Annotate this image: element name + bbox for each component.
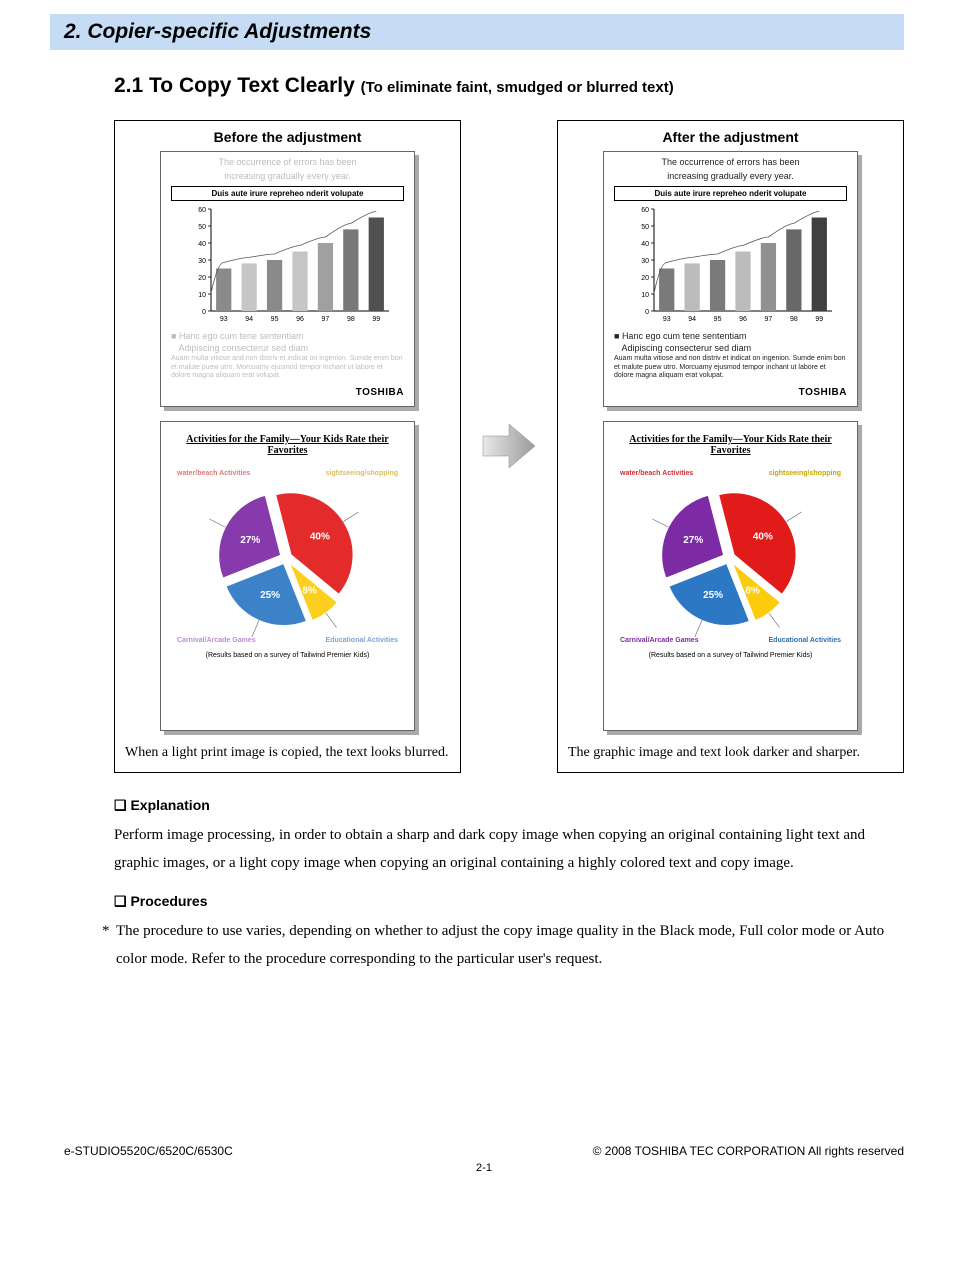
pie-title: Activities for the Family—Your Kids Rate… [171, 434, 404, 456]
svg-text:96: 96 [739, 316, 747, 323]
section-title-main: 2.1 To Copy Text Clearly [114, 74, 361, 97]
svg-text:97: 97 [764, 316, 772, 323]
svg-text:27%: 27% [240, 535, 260, 546]
chapter-header: 2. Copier-specific Adjustments [50, 14, 904, 50]
svg-text:94: 94 [245, 316, 253, 323]
svg-text:95: 95 [713, 316, 721, 323]
asterisk-icon: * [102, 918, 116, 974]
sample-brand: TOSHIBA [171, 387, 404, 398]
sample-intro-2: increasing gradually every year. [614, 172, 847, 182]
svg-text:50: 50 [198, 224, 206, 231]
bar-chart-before: 0 10 20 30 40 50 60 93 94 95 96 97 98 99 [183, 205, 393, 325]
sample-box: Duis aute irure repreheo nderit volupate [614, 186, 847, 201]
svg-text:0: 0 [202, 309, 206, 316]
sample-legend1: ■ Hanc ego cum tene sententiam [614, 331, 847, 341]
sample-intro-2: increasing gradually every year. [171, 172, 404, 182]
footer-copyright: © 2008 TOSHIBA TEC CORPORATION All right… [593, 1144, 904, 1158]
svg-text:40: 40 [198, 241, 206, 248]
before-after-comparison: Before the adjustment The occurrence of … [114, 120, 904, 773]
before-label: Before the adjustment [125, 129, 450, 145]
svg-text:8%: 8% [302, 585, 317, 596]
svg-text:95: 95 [270, 316, 278, 323]
procedures-head: Procedures [114, 893, 904, 910]
svg-text:97: 97 [321, 316, 329, 323]
sample-brand: TOSHIBA [614, 387, 847, 398]
chapter-title: 2. Copier-specific Adjustments [64, 20, 894, 44]
svg-text:20: 20 [641, 275, 649, 282]
svg-text:25%: 25% [260, 590, 280, 601]
svg-text:40: 40 [641, 241, 649, 248]
pie-title: Activities for the Family—Your Kids Rate… [614, 434, 847, 456]
bar-chart-after: 0 10 20 30 40 50 60 93 94 95 96 97 98 99 [626, 205, 836, 325]
svg-text:93: 93 [662, 316, 670, 323]
sample-para: Auam multa vitiose and non distriv et in… [171, 355, 404, 381]
before-sample-2: Activities for the Family—Your Kids Rate… [160, 421, 415, 731]
before-caption: When a light print image is copied, the … [125, 745, 450, 762]
explanation-head: Explanation [114, 797, 904, 814]
sample-legend2: Adipiscing consecterur sed diam [171, 343, 404, 353]
sample-legend2: Adipiscing consecterur sed diam [614, 343, 847, 353]
pie-label-sight: sightseeing/shopping [769, 470, 841, 477]
svg-text:30: 30 [198, 258, 206, 265]
section-title: 2.1 To Copy Text Clearly (To eliminate f… [114, 74, 904, 98]
explanation-body: Perform image processing, in order to ob… [114, 822, 904, 878]
svg-text:25%: 25% [703, 590, 723, 601]
after-sample-2: Activities for the Family—Your Kids Rate… [603, 421, 858, 731]
after-sample-1: The occurrence of errors has been increa… [603, 151, 858, 407]
svg-text:0: 0 [645, 309, 649, 316]
svg-text:94: 94 [688, 316, 696, 323]
svg-text:27%: 27% [683, 535, 703, 546]
svg-text:40%: 40% [310, 532, 330, 543]
svg-text:93: 93 [219, 316, 227, 323]
pie-label-edu: Educational Activities [769, 637, 841, 644]
sample-intro-1: The occurrence of errors has been [614, 158, 847, 168]
svg-text:40%: 40% [753, 532, 773, 543]
footer-page: 2-1 [64, 1162, 904, 1174]
svg-text:98: 98 [789, 316, 797, 323]
after-caption: The graphic image and text look darker a… [568, 745, 893, 762]
svg-text:99: 99 [372, 316, 380, 323]
pie-foot: (Results based on a survey of Tailwind P… [171, 652, 404, 659]
svg-text:10: 10 [641, 292, 649, 299]
svg-text:20: 20 [198, 275, 206, 282]
pie-foot: (Results based on a survey of Tailwind P… [614, 652, 847, 659]
pie-label-carn: Carnival/Arcade Games [177, 637, 256, 644]
after-label: After the adjustment [568, 129, 893, 145]
pie-chart-before: 40% 8% 25% 27% [171, 466, 401, 646]
procedures-note: * The procedure to use varies, depending… [102, 918, 904, 974]
pie-label-water: water/beach Activities [620, 470, 693, 477]
pie-label-water: water/beach Activities [177, 470, 250, 477]
sample-box: Duis aute irure repreheo nderit volupate [171, 186, 404, 201]
svg-text:60: 60 [198, 207, 206, 214]
sample-intro-1: The occurrence of errors has been [171, 158, 404, 168]
section-title-sub: (To eliminate faint, smudged or blurred … [361, 79, 674, 96]
sample-para: Auam multa vitiose and non distriv et in… [614, 355, 847, 381]
before-sample-1: The occurrence of errors has been increa… [160, 151, 415, 407]
svg-text:8%: 8% [745, 585, 760, 596]
page-footer: e-STUDIO5520C/6520C/6530C © 2008 TOSHIBA… [0, 1144, 954, 1174]
svg-text:50: 50 [641, 224, 649, 231]
svg-text:30: 30 [641, 258, 649, 265]
procedures-note-text: The procedure to use varies, depending o… [116, 918, 904, 974]
svg-text:10: 10 [198, 292, 206, 299]
sample-legend1: ■ Hanc ego cum tene sententiam [171, 331, 404, 341]
svg-text:98: 98 [346, 316, 354, 323]
pie-label-sight: sightseeing/shopping [326, 470, 398, 477]
footer-model: e-STUDIO5520C/6520C/6530C [64, 1144, 233, 1158]
after-panel: After the adjustment The occurrence of e… [557, 120, 904, 773]
svg-text:99: 99 [815, 316, 823, 323]
svg-text:60: 60 [641, 207, 649, 214]
pie-label-carn: Carnival/Arcade Games [620, 637, 699, 644]
svg-text:96: 96 [296, 316, 304, 323]
pie-chart-after: 40% 8% 25% 27% [614, 466, 844, 646]
pie-label-edu: Educational Activities [326, 637, 398, 644]
before-panel: Before the adjustment The occurrence of … [114, 120, 461, 773]
arrow-icon [479, 120, 539, 773]
